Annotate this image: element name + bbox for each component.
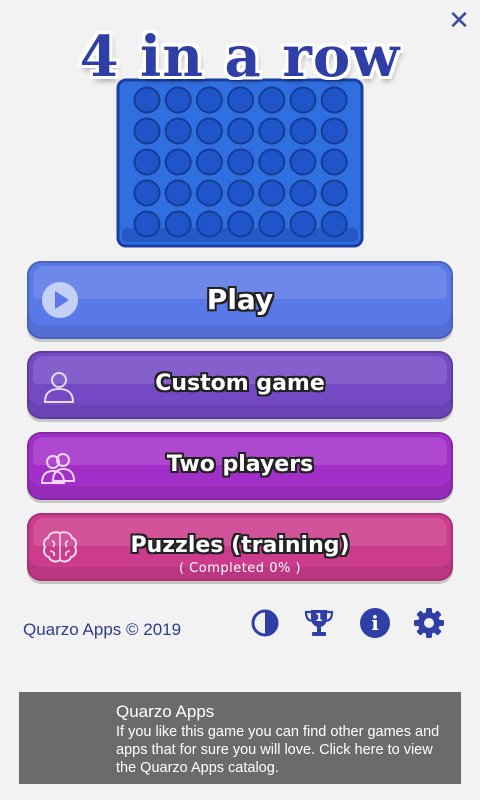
- board-hole: [289, 117, 317, 145]
- board-hole: [195, 117, 223, 145]
- board-hole: [195, 86, 223, 114]
- settings-gear-icon[interactable]: [412, 606, 446, 640]
- puzzles-label: Puzzles (training): [130, 533, 350, 558]
- banner-text: If you like this game you can find other…: [116, 724, 440, 776]
- board-hole: [320, 86, 348, 114]
- info-button[interactable]: i: [358, 606, 392, 640]
- board-hole: [227, 117, 255, 145]
- board-hole: [133, 86, 161, 114]
- board-hole: [227, 179, 255, 207]
- board-hole: [164, 117, 192, 145]
- board-hole: [320, 148, 348, 176]
- board-hole: [195, 210, 223, 238]
- board-hole: [258, 210, 286, 238]
- board-hole: [258, 179, 286, 207]
- board-hole: [133, 117, 161, 145]
- copyright-text: Quarzo Apps © 2019: [23, 620, 182, 639]
- custom-game-label: Custom game: [155, 371, 325, 396]
- board-hole: [289, 179, 317, 207]
- board-hole: [258, 86, 286, 114]
- game-title: 4 in a row: [79, 24, 401, 90]
- quarzo-apps-banner[interactable]: Quarzo Apps If you like this game you ca…: [19, 692, 461, 784]
- board-hole: [133, 148, 161, 176]
- trophy-number: 1: [315, 611, 323, 624]
- close-icon: ✕: [448, 6, 470, 36]
- trophy-button[interactable]: 1: [302, 606, 336, 640]
- board-hole: [164, 179, 192, 207]
- board-hole: [320, 117, 348, 145]
- play-label: Play: [206, 283, 274, 316]
- play-button[interactable]: Play: [27, 261, 453, 339]
- board-hole: [227, 210, 255, 238]
- game-board-logo: [116, 78, 364, 248]
- close-button[interactable]: ✕: [446, 8, 472, 34]
- board-hole: [289, 86, 317, 114]
- board-hole: [164, 210, 192, 238]
- contrast-icon[interactable]: [248, 606, 282, 640]
- info-symbol: i: [371, 611, 379, 635]
- board-hole: [227, 86, 255, 114]
- banner-title: Quarzo Apps: [116, 702, 215, 721]
- board-hole: [289, 210, 317, 238]
- puzzles-button[interactable]: Puzzles (training) ( Completed 0% ): [27, 513, 453, 581]
- board-hole: [289, 148, 317, 176]
- board-hole: [133, 210, 161, 238]
- board-hole: [320, 179, 348, 207]
- two-players-label: Two players: [166, 452, 314, 477]
- board-hole: [164, 86, 192, 114]
- board-hole: [258, 148, 286, 176]
- board-hole: [195, 148, 223, 176]
- board-hole: [164, 148, 192, 176]
- board-hole: [133, 179, 161, 207]
- board-hole: [320, 210, 348, 238]
- board-hole: [195, 179, 223, 207]
- two-players-button[interactable]: Two players: [27, 432, 453, 500]
- custom-game-button[interactable]: Custom game: [27, 351, 453, 419]
- board-hole: [258, 117, 286, 145]
- board-hole: [227, 148, 255, 176]
- puzzles-progress: ( Completed 0% ): [178, 561, 302, 576]
